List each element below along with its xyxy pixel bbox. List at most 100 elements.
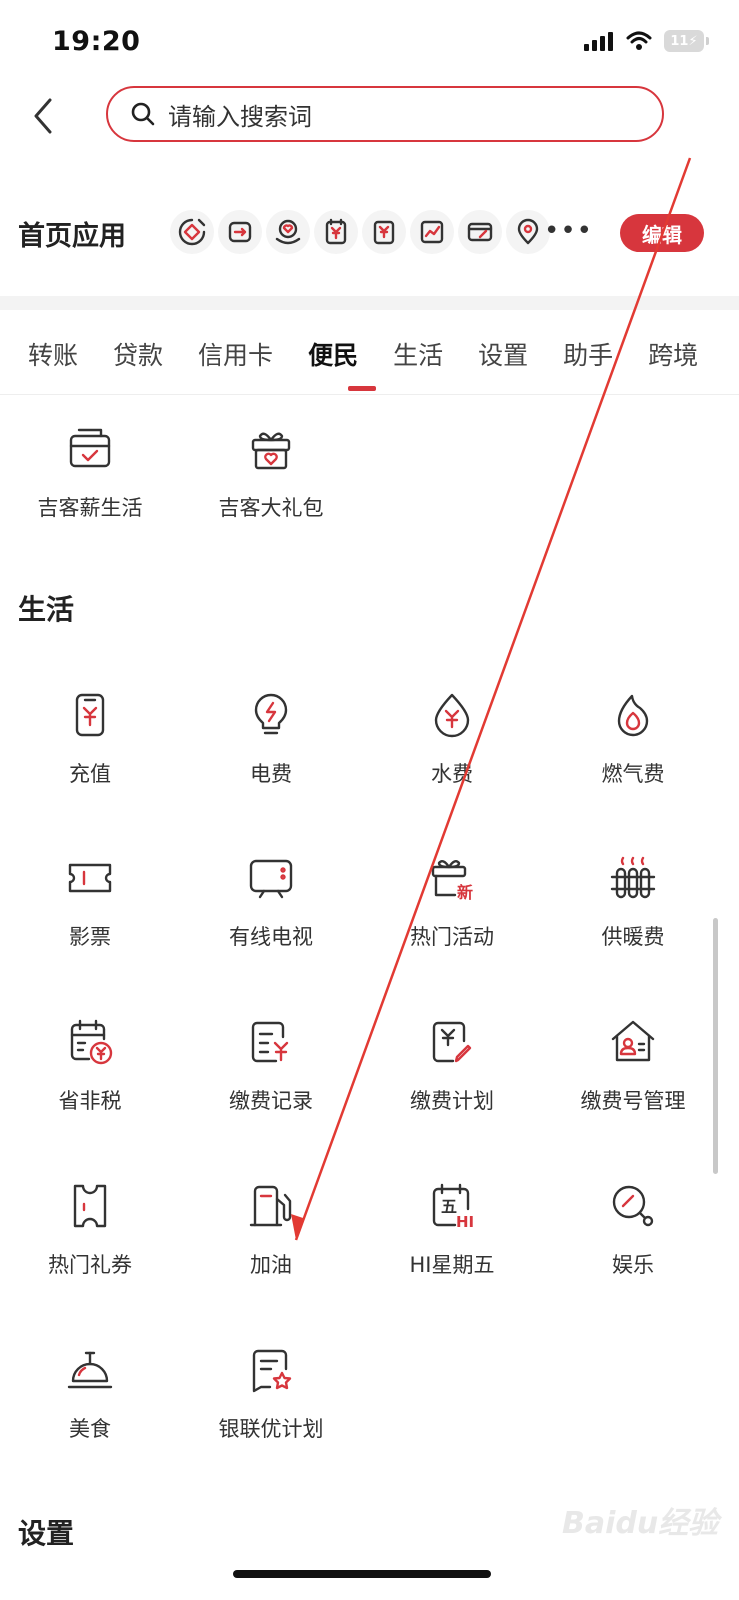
grid-item-gas[interactable]: 燃气费	[543, 690, 723, 788]
watermark-logo: Baidu经验	[562, 1506, 719, 1541]
grid-item-water[interactable]: 水费	[362, 690, 542, 788]
grid-item-payment-id-manage[interactable]: 缴费号管理	[543, 1017, 723, 1115]
tab-transfer[interactable]: 转账	[28, 336, 78, 372]
svg-text:五: 五	[441, 1197, 457, 1216]
grid-item-jike-gift-pack[interactable]: 吉客大礼包	[181, 424, 361, 522]
home-apps-icons	[170, 210, 550, 254]
home-apps-title: 首页应用	[18, 221, 126, 252]
home-app-card-link-icon[interactable]	[458, 210, 502, 254]
grid-item-label: 缴费号管理	[580, 1089, 686, 1113]
receipt-yuan-icon	[251, 1021, 289, 1063]
calendar-yuan-icon	[70, 1019, 113, 1065]
more-icon[interactable]: •••	[544, 216, 593, 246]
home-app-yuan-card-icon[interactable]	[362, 210, 406, 254]
grid-item-refuel[interactable]: 加油	[181, 1181, 361, 1279]
grid-item-label: 热门礼券	[48, 1253, 132, 1277]
home-app-transfer-icon[interactable]	[218, 210, 262, 254]
grid-item-label: 电费	[250, 762, 292, 786]
coupon-icon	[73, 1184, 107, 1228]
tab-credit-card[interactable]: 信用卡	[198, 336, 273, 372]
grid-item-label: 有线电视	[229, 925, 313, 949]
grid-item-provincial-non-tax[interactable]: 省非税	[0, 1017, 180, 1115]
wifi-icon	[626, 31, 652, 50]
grid-item-cable-tv[interactable]: 有线电视	[181, 853, 361, 951]
grid-item-label: 加油	[250, 1253, 292, 1277]
home-app-hand-heart-icon[interactable]	[266, 210, 310, 254]
racket-icon	[612, 1185, 654, 1227]
tab-loan[interactable]: 贷款	[113, 336, 163, 372]
back-arrow-icon[interactable]	[26, 96, 60, 136]
grid-item-label: 热门活动	[410, 925, 494, 949]
tab-cross-border[interactable]: 跨境	[648, 336, 698, 372]
grid-item-hot-activity[interactable]: 新 热门活动	[362, 853, 542, 951]
tabs-divider	[0, 394, 739, 395]
tab-life[interactable]: 生活	[393, 336, 443, 372]
grid-item-label: 银联优计划	[218, 1417, 324, 1441]
gift-box-icon	[251, 432, 291, 470]
grid-item-label: 吉客大礼包	[218, 496, 324, 520]
scrollbar[interactable]	[713, 918, 718, 1174]
fuel-pump-icon	[249, 1185, 292, 1227]
grid-item-label: 缴费记录	[229, 1089, 313, 1113]
gift-new-icon: 新	[431, 860, 473, 902]
lightbulb-icon	[254, 693, 288, 735]
status-icons: 11 ⚡	[584, 30, 709, 52]
grid-item-label: 影票	[69, 925, 111, 949]
grid-item-label: 娱乐	[612, 1253, 654, 1277]
tab-convenience[interactable]: 便民	[308, 336, 358, 372]
grid-item-label: 供暖费	[601, 925, 665, 949]
search-placeholder: 请输入搜索词	[168, 102, 312, 131]
category-tabs: 富 转账 贷款 信用卡 便民 生活 设置 助手 跨境	[0, 336, 733, 372]
plan-pencil-icon	[432, 1021, 472, 1063]
grid-item-label: 缴费计划	[410, 1089, 494, 1113]
svg-text:HI: HI	[456, 1213, 474, 1231]
status-time: 19:20	[52, 26, 141, 57]
calendar-hi-icon: 五 HI	[432, 1183, 474, 1231]
grid-item-food[interactable]: 美食	[0, 1345, 180, 1443]
grid-item-label: HI星期五	[409, 1253, 495, 1277]
section-title-life: 生活	[18, 593, 75, 626]
search-icon	[131, 102, 155, 126]
water-drop-icon	[434, 693, 470, 738]
search-input[interactable]: 请输入搜索词	[106, 86, 664, 142]
grid-item-entertainment[interactable]: 娱乐	[543, 1181, 723, 1279]
grid-item-label: 燃气费	[601, 762, 665, 786]
calendar-check-icon	[69, 428, 111, 468]
home-app-calendar-yuan-icon[interactable]	[314, 210, 358, 254]
tv-icon	[249, 859, 293, 899]
grid-item-label: 美食	[69, 1417, 111, 1441]
grid-item-recharge[interactable]: 充值	[0, 690, 180, 788]
flame-icon	[617, 694, 649, 737]
signal-icon	[584, 32, 613, 51]
home-app-diamond-icon[interactable]	[170, 210, 214, 254]
home-app-trend-icon[interactable]	[410, 210, 454, 254]
grid-item-heating[interactable]: 供暖费	[543, 853, 723, 951]
section-title-settings: 设置	[18, 1517, 75, 1550]
edit-button[interactable]: 编辑	[620, 214, 704, 252]
ticket-icon	[68, 863, 112, 893]
home-indicator[interactable]	[233, 1570, 491, 1578]
tab-settings[interactable]: 设置	[478, 336, 528, 372]
grid-item-payment-plan[interactable]: 缴费计划	[362, 1017, 542, 1115]
tab-assistant[interactable]: 助手	[563, 336, 613, 372]
grid-item-electricity[interactable]: 电费	[181, 690, 361, 788]
grid-item-unionpay-plan[interactable]: 银联优计划	[181, 1345, 361, 1443]
grid-item-payment-records[interactable]: 缴费记录	[181, 1017, 361, 1115]
house-id-icon	[611, 1020, 655, 1062]
grid-item-label: 省非税	[58, 1089, 122, 1113]
grid-item-hot-coupon[interactable]: 热门礼券	[0, 1181, 180, 1279]
section-divider	[0, 296, 739, 310]
svg-text:新: 新	[457, 883, 473, 902]
active-tab-indicator	[348, 386, 376, 391]
food-cloche-icon	[67, 1351, 113, 1389]
grid-item-hi-friday[interactable]: 五 HI HI星期五	[362, 1181, 542, 1279]
radiator-icon	[610, 856, 656, 899]
battery-icon: 11 ⚡	[664, 30, 704, 52]
battery-level: 11	[670, 33, 689, 49]
phone-recharge-icon	[75, 693, 105, 737]
grid-item-jike-salary-life[interactable]: 吉客薪生活	[0, 424, 180, 522]
grid-item-label: 吉客薪生活	[37, 496, 143, 520]
grid-item-movie-ticket[interactable]: 影票	[0, 853, 180, 951]
grid-item-label: 充值	[69, 762, 111, 786]
battery-tip	[706, 37, 709, 45]
